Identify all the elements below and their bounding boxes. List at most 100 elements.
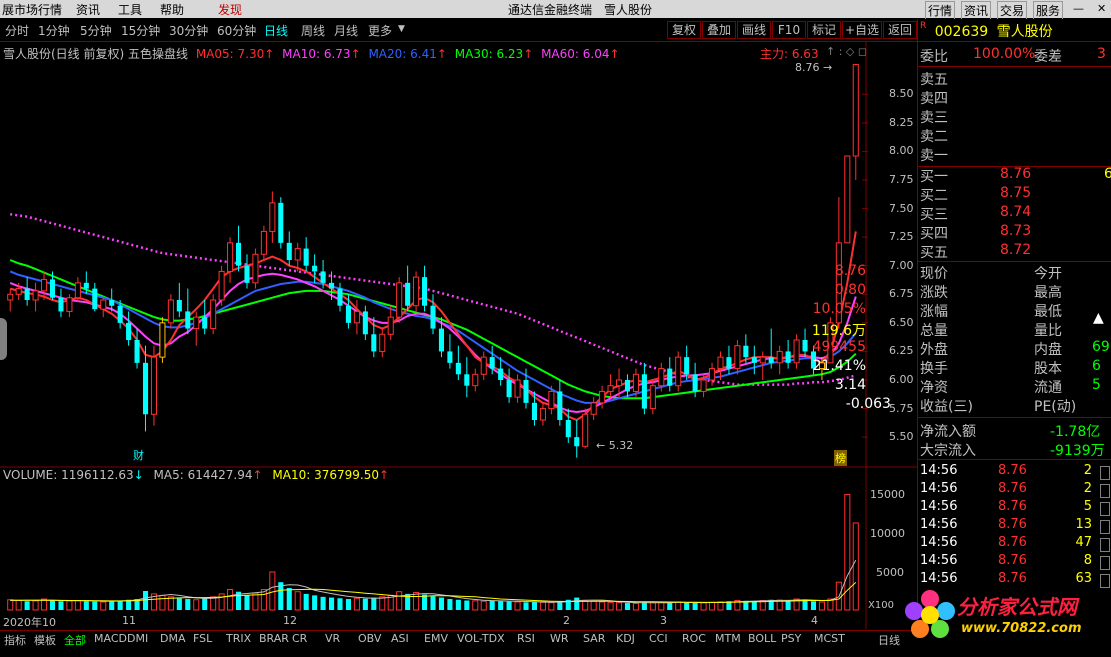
volume-bar bbox=[684, 602, 690, 610]
add-watchlist-button[interactable]: +自选 bbox=[842, 21, 882, 39]
candle-body bbox=[142, 362, 149, 415]
volume-bar bbox=[92, 601, 98, 610]
kline-chart-area[interactable]: 雪人股份(日线 前复权) 五色操盘线 MA05: 7.30↑ MA10: 6.7… bbox=[0, 42, 917, 638]
indicator-tab-0[interactable]: 指标 bbox=[4, 632, 26, 648]
menu-market[interactable]: 展市场行情 bbox=[2, 1, 62, 18]
volume-bar bbox=[83, 601, 89, 610]
volume-value: VOLUME: 1196112.63 bbox=[3, 468, 134, 482]
draw-line-button[interactable]: 画线 bbox=[737, 21, 771, 39]
candle-body bbox=[599, 390, 606, 404]
candle-body bbox=[802, 340, 808, 352]
indicator-tab-7[interactable]: TRIX bbox=[226, 632, 251, 645]
menu-tools[interactable]: 工具 bbox=[118, 1, 142, 18]
volume-ma10: MA10: 376799.50 bbox=[272, 468, 379, 482]
candle-body bbox=[83, 282, 89, 289]
candle-body bbox=[523, 380, 529, 403]
volume-bar bbox=[15, 599, 22, 611]
volume-bar bbox=[58, 601, 64, 610]
indicator-tab-3[interactable]: MACD bbox=[94, 632, 127, 645]
volume-bar bbox=[32, 600, 39, 611]
tab-15min[interactable]: 15分钟 bbox=[121, 22, 160, 39]
tab-1min[interactable]: 1分钟 bbox=[38, 22, 70, 39]
indicator-tab-21[interactable]: MTM bbox=[715, 632, 741, 645]
tab-60min[interactable]: 60分钟 bbox=[217, 22, 256, 39]
stat-row: 总量 119.6万 量比 bbox=[811, 323, 1062, 339]
menu-info-button[interactable]: 资讯 bbox=[961, 1, 992, 20]
more-dropdown-icon[interactable]: ▼ bbox=[398, 24, 405, 34]
indicator-tab-16[interactable]: WR bbox=[550, 632, 569, 645]
menu-trade-button[interactable]: 交易 bbox=[997, 1, 1028, 20]
stat-row: 涨幅 10.05% 最低 bbox=[812, 301, 1062, 320]
tab-more[interactable]: 更多 bbox=[368, 22, 392, 39]
stat-row: 外盘 499455 内盘 69 bbox=[812, 339, 1110, 358]
bottom-period-label[interactable]: 日线 bbox=[878, 632, 900, 648]
vol-axis-5000: 5000 bbox=[876, 566, 904, 579]
tick-row: 14:56 8.76 2 bbox=[920, 481, 1110, 500]
indicator-tab-1[interactable]: 模板 bbox=[34, 632, 56, 648]
indicator-tab-6[interactable]: FSL bbox=[193, 632, 212, 645]
left-panel-handle[interactable] bbox=[0, 318, 7, 360]
candle-body bbox=[353, 310, 360, 324]
candle-body bbox=[708, 368, 716, 381]
overlay-button[interactable]: 叠加 bbox=[702, 21, 736, 39]
indicator-tab-19[interactable]: CCI bbox=[649, 632, 668, 645]
volume-bar bbox=[498, 601, 504, 610]
candle-body bbox=[624, 380, 631, 392]
indicator-tab-5[interactable]: DMA bbox=[160, 632, 186, 645]
volume-bar bbox=[252, 592, 259, 611]
date-label-11: 11 bbox=[122, 614, 136, 627]
tab-daily[interactable]: 日线 bbox=[264, 22, 288, 39]
indicator-tab-14[interactable]: VOL-TDX bbox=[457, 632, 505, 645]
tab-30min[interactable]: 30分钟 bbox=[169, 22, 208, 39]
volume-bar bbox=[185, 599, 191, 610]
f10-button[interactable]: F10 bbox=[772, 21, 806, 39]
minimize-icon[interactable]: — bbox=[1073, 2, 1084, 15]
indicator-tab-15[interactable]: RSI bbox=[517, 632, 535, 645]
date-label-4: 4 bbox=[811, 614, 818, 627]
candle-body bbox=[793, 339, 800, 364]
menu-discover[interactable]: 发现 bbox=[218, 1, 242, 18]
indicator-tab-10[interactable]: VR bbox=[325, 632, 340, 645]
indicator-tab-18[interactable]: KDJ bbox=[616, 632, 635, 645]
stat-row: 涨跌 0.80 最高 bbox=[834, 282, 1062, 301]
indicator-tab-8[interactable]: BRAR bbox=[259, 632, 289, 645]
indicator-tab-22[interactable]: BOLL bbox=[748, 632, 776, 645]
candle-body bbox=[126, 322, 132, 340]
indicator-tab-20[interactable]: ROC bbox=[682, 632, 706, 645]
chart-settings-icon[interactable]: ↑ : ◇ ◻ bbox=[826, 45, 867, 58]
close-icon[interactable]: ✕ bbox=[1097, 2, 1106, 15]
menu-service-button[interactable]: 服务 bbox=[1033, 1, 1064, 20]
menu-help[interactable]: 帮助 bbox=[160, 1, 184, 18]
indicator-tab-9[interactable]: CR bbox=[292, 632, 307, 645]
tab-monthly[interactable]: 月线 bbox=[334, 22, 358, 39]
indicator-tab-13[interactable]: EMV bbox=[424, 632, 448, 645]
candle-body bbox=[371, 334, 377, 352]
finance-marker[interactable]: 财 bbox=[133, 447, 144, 463]
indicator-tab-24[interactable]: MCST bbox=[814, 632, 845, 645]
candle-body bbox=[430, 305, 436, 329]
indicator-tab-17[interactable]: SAR bbox=[583, 632, 605, 645]
indicator-tab-4[interactable]: DMI bbox=[127, 632, 148, 645]
fuquan-button[interactable]: 复权 bbox=[667, 21, 701, 39]
tab-weekly[interactable]: 周线 bbox=[301, 22, 325, 39]
candle-body bbox=[615, 379, 623, 387]
mark-button[interactable]: 标记 bbox=[807, 21, 841, 39]
candle-body bbox=[734, 345, 741, 370]
indicator-tab-2[interactable]: 全部 bbox=[64, 632, 86, 648]
indicator-tab-23[interactable]: PSY bbox=[781, 632, 801, 645]
candle-body bbox=[337, 288, 343, 306]
volume-bar bbox=[371, 597, 377, 610]
candle-body bbox=[582, 413, 589, 447]
volume-bar bbox=[320, 596, 326, 610]
candle-body bbox=[531, 402, 538, 420]
back-button[interactable]: 返回 bbox=[883, 21, 917, 39]
ranking-marker[interactable]: 榜 bbox=[834, 450, 847, 466]
window-stock-title: 雪人股份 bbox=[604, 3, 653, 17]
menu-quotes-button[interactable]: 行情 bbox=[925, 1, 956, 20]
kline-chart[interactable] bbox=[0, 42, 917, 638]
indicator-tab-12[interactable]: ASI bbox=[391, 632, 409, 645]
tab-5min[interactable]: 5分钟 bbox=[80, 22, 112, 39]
indicator-tab-11[interactable]: OBV bbox=[358, 632, 381, 645]
tab-fenshi[interactable]: 分时 bbox=[5, 22, 29, 39]
menu-news[interactable]: 资讯 bbox=[76, 1, 100, 18]
